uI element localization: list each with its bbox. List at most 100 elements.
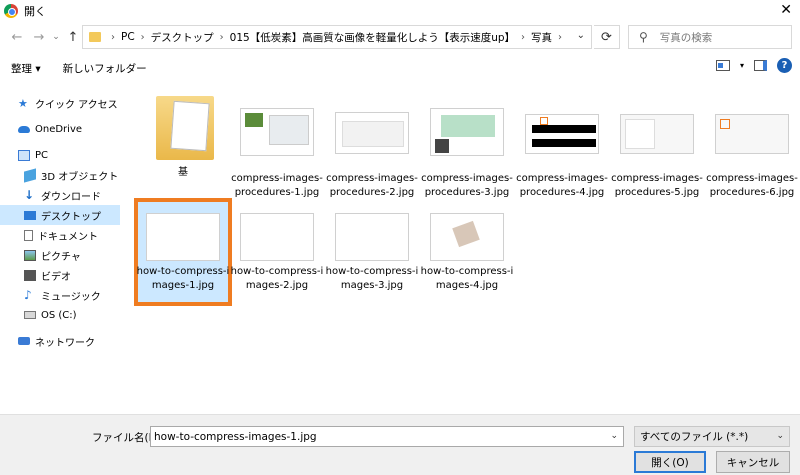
chevron-right-icon[interactable]: › xyxy=(558,32,562,43)
file-name: 基 xyxy=(178,167,188,178)
address-row: ← → ⌄ ↑ › PC › デスクトップ › 015【低炭素】高画質な画像を軽… xyxy=(0,22,800,52)
image-thumbnail xyxy=(430,108,504,156)
breadcrumb-pc[interactable]: PC xyxy=(121,31,135,43)
download-icon: ↓ xyxy=(24,187,35,202)
file-name: how-to-compress-images-3.jpg xyxy=(325,266,419,291)
desktop-icon xyxy=(24,210,36,220)
sidebar-item-downloads[interactable]: ↓ ダウンロード xyxy=(0,185,120,205)
file-tile[interactable]: compress-images-procedures-4.jpg xyxy=(515,92,609,202)
network-icon xyxy=(18,337,30,345)
sidebar-item-label: ネットワーク xyxy=(35,337,95,349)
music-icon: ♪ xyxy=(24,287,32,302)
image-thumbnail xyxy=(430,213,504,261)
file-tile[interactable]: compress-images-procedures-2.jpg xyxy=(325,92,419,202)
video-icon xyxy=(24,269,36,281)
window-title: 開く xyxy=(24,5,46,18)
new-folder-button[interactable]: 新しいフォルダー xyxy=(63,61,147,76)
chevron-right-icon[interactable]: › xyxy=(111,32,115,43)
breadcrumb-desktop[interactable]: デスクトップ xyxy=(151,30,214,45)
cancel-button[interactable]: キャンセル xyxy=(716,451,790,473)
help-icon[interactable]: ? xyxy=(777,58,792,73)
sidebar-item-pictures[interactable]: ピクチャ xyxy=(0,245,120,265)
pc-icon xyxy=(18,149,30,161)
file-tile[interactable]: how-to-compress-images-2.jpg xyxy=(230,205,324,305)
sidebar-item-quick-access[interactable]: ★ クイック アクセス xyxy=(0,93,120,113)
chevron-down-icon[interactable]: ⌄ xyxy=(610,431,618,441)
sidebar-item-onedrive[interactable]: OneDrive xyxy=(0,119,120,139)
pictures-icon xyxy=(24,249,36,261)
sidebar-item-label: ビデオ xyxy=(41,271,71,283)
filetype-select[interactable]: すべてのファイル (*.*) ⌄ xyxy=(634,426,790,447)
search-input[interactable]: ⚲ 写真の検索 xyxy=(628,25,792,49)
file-tile[interactable]: compress-images-procedures-1.jpg xyxy=(230,92,324,202)
file-tile[interactable]: compress-images-procedures-3.jpg xyxy=(420,92,514,202)
address-bar[interactable]: › PC › デスクトップ › 015【低炭素】高画質な画像を軽量化しよう【表示… xyxy=(82,25,592,49)
chevron-down-icon[interactable]: ⌄ xyxy=(577,30,585,41)
organize-menu[interactable]: 整理 ▾ xyxy=(11,61,41,76)
image-thumbnail xyxy=(525,114,599,154)
file-name: how-to-compress-images-4.jpg xyxy=(420,266,514,291)
file-tile-folder[interactable]: 基 xyxy=(136,92,230,202)
preview-pane-icon[interactable] xyxy=(754,60,767,71)
sidebar-item-desktop[interactable]: デスクトップ xyxy=(0,205,120,225)
chevron-right-icon[interactable]: › xyxy=(521,32,525,43)
image-thumbnail xyxy=(620,114,694,154)
sidebar-item-label: OneDrive xyxy=(35,123,83,135)
filename-field[interactable]: how-to-compress-images-1.jpg ⌄ xyxy=(150,426,624,447)
image-thumbnail xyxy=(240,213,314,261)
star-icon: ★ xyxy=(18,96,28,110)
view-options-icon[interactable] xyxy=(715,60,730,71)
breadcrumb-project-folder[interactable]: 015【低炭素】高画質な画像を軽量化しよう【表示速度up】 xyxy=(230,30,515,45)
image-thumbnail xyxy=(240,108,314,156)
forward-arrow-icon[interactable]: → xyxy=(28,30,50,45)
search-placeholder: 写真の検索 xyxy=(659,31,713,44)
file-name: compress-images-procedures-3.jpg xyxy=(421,173,513,198)
sidebar-item-label: クイック アクセス xyxy=(35,99,118,111)
cloud-icon xyxy=(18,125,30,133)
sidebar-item-videos[interactable]: ビデオ xyxy=(0,265,120,285)
navigation-pane: ★ クイック アクセス OneDrive PC 3D オブジェクト ↓ ダウンロ… xyxy=(0,86,120,414)
sidebar-item-label: 3D オブジェクト xyxy=(41,171,119,183)
file-tile[interactable]: compress-images-procedures-5.jpg xyxy=(610,92,704,202)
sidebar-item-label: PC xyxy=(35,149,49,161)
image-thumbnail xyxy=(146,213,220,261)
file-tile-selected[interactable]: how-to-compress-images-1.jpg xyxy=(136,205,230,305)
breadcrumb-photos[interactable]: 写真 xyxy=(531,30,552,45)
sidebar-item-label: ダウンロード xyxy=(41,191,101,203)
file-name: compress-images-procedures-5.jpg xyxy=(611,173,703,198)
sidebar-item-label: ドキュメント xyxy=(38,231,98,243)
file-name: how-to-compress-images-2.jpg xyxy=(230,266,324,291)
file-tile[interactable]: compress-images-procedures-6.jpg xyxy=(705,92,799,202)
sidebar-item-documents[interactable]: ドキュメント xyxy=(0,225,120,245)
chevron-down-icon[interactable]: ⌄ xyxy=(776,431,784,441)
refresh-icon[interactable]: ⟳ xyxy=(594,25,620,49)
up-arrow-icon[interactable]: ↑ xyxy=(62,30,84,45)
sidebar-item-network[interactable]: ネットワーク xyxy=(0,331,120,351)
file-tile[interactable]: how-to-compress-images-4.jpg xyxy=(420,205,514,305)
chevron-right-icon[interactable]: › xyxy=(141,32,145,43)
close-icon[interactable]: ✕ xyxy=(780,2,792,18)
filename-value: how-to-compress-images-1.jpg xyxy=(154,430,317,443)
sidebar-item-3d-objects[interactable]: 3D オブジェクト xyxy=(0,165,120,185)
image-thumbnail xyxy=(335,213,409,261)
document-icon xyxy=(24,229,33,241)
folder-icon xyxy=(156,96,214,160)
back-arrow-icon[interactable]: ← xyxy=(6,30,28,45)
file-tile[interactable]: how-to-compress-images-3.jpg xyxy=(325,205,419,305)
dialog-footer: ファイル名(N): how-to-compress-images-1.jpg ⌄… xyxy=(0,414,800,475)
recent-locations-chevron-icon[interactable]: ⌄ xyxy=(50,32,62,42)
open-button[interactable]: 開く(O) xyxy=(634,451,706,473)
cube-icon xyxy=(24,167,36,183)
sidebar-item-pc[interactable]: PC xyxy=(0,145,120,165)
filetype-value: すべてのファイル (*.*) xyxy=(640,431,749,443)
file-name: compress-images-procedures-2.jpg xyxy=(326,173,418,198)
sidebar-item-music[interactable]: ♪ ミュージック xyxy=(0,285,120,305)
toolbar: 整理 ▾ 新しいフォルダー ▾ ? xyxy=(0,56,800,80)
chrome-icon xyxy=(4,4,18,18)
folder-icon xyxy=(89,32,101,42)
sidebar-item-label: ピクチャ xyxy=(41,251,81,263)
caret-down-icon[interactable]: ▾ xyxy=(740,61,744,70)
chevron-right-icon[interactable]: › xyxy=(220,32,224,43)
file-name: compress-images-procedures-6.jpg xyxy=(706,173,798,198)
sidebar-item-os-drive[interactable]: OS (C:) xyxy=(0,305,120,325)
